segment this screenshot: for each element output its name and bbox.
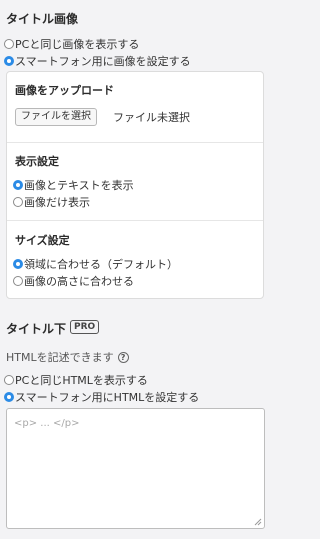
below-title-heading: タイトル下 — [6, 322, 67, 336]
radio-smartphone-html[interactable]: スマートフォン用にHTMLを設定する — [4, 389, 199, 405]
radio-label: スマートフォン用に画像を設定する — [15, 55, 191, 68]
resize-handle-icon[interactable] — [254, 518, 262, 526]
radio-button-checked[interactable] — [13, 259, 23, 269]
radio-label: 画像だけ表示 — [24, 196, 90, 209]
radio-smartphone-image[interactable]: スマートフォン用に画像を設定する — [4, 53, 191, 69]
radio-image-only[interactable]: 画像だけ表示 — [13, 194, 90, 210]
upload-heading: 画像をアップロード — [15, 84, 114, 97]
radio-same-as-pc-image[interactable]: PCと同じ画像を表示する — [4, 36, 139, 52]
html-textarea[interactable]: <p> ... </p> — [6, 408, 265, 529]
radio-fit-image-height[interactable]: 画像の高さに合わせる — [13, 273, 134, 289]
pro-badge: PRO — [70, 320, 100, 334]
radio-label: 画像の高さに合わせる — [24, 275, 134, 288]
html-note: HTMLを記述できます ? — [6, 349, 129, 365]
display-settings-heading: 表示設定 — [15, 155, 59, 168]
title-image-heading: タイトル画像 — [6, 12, 79, 26]
divider — [7, 220, 263, 221]
size-settings-heading: サイズ設定 — [15, 234, 70, 247]
image-settings-card: 画像をアップロード ファイルを選択 ファイル未選択 表示設定 画像とテキストを表… — [6, 71, 264, 299]
question-circle-icon[interactable]: ? — [117, 351, 129, 363]
radio-label: PCと同じ画像を表示する — [15, 38, 140, 51]
radio-button[interactable] — [13, 276, 23, 286]
file-status: ファイル未選択 — [113, 111, 190, 124]
radio-button[interactable] — [4, 375, 14, 385]
radio-button-checked[interactable] — [4, 56, 14, 66]
radio-button-checked[interactable] — [13, 180, 23, 190]
settings-panel: タイトル画像 PCと同じ画像を表示する スマートフォン用に画像を設定する 画像を… — [0, 0, 273, 539]
radio-same-as-pc-html[interactable]: PCと同じHTMLを表示する — [4, 372, 148, 388]
radio-label: 画像とテキストを表示 — [24, 179, 134, 192]
radio-button[interactable] — [13, 197, 23, 207]
radio-label: PCと同じHTMLを表示する — [15, 374, 148, 387]
radio-image-and-text[interactable]: 画像とテキストを表示 — [13, 177, 134, 193]
radio-label: 領域に合わせる（デフォルト） — [24, 258, 178, 271]
choose-file-button[interactable]: ファイルを選択 — [15, 108, 97, 126]
radio-label: スマートフォン用にHTMLを設定する — [15, 391, 200, 404]
radio-fit-area[interactable]: 領域に合わせる（デフォルト） — [13, 256, 178, 272]
html-note-text: HTMLを記述できます — [6, 351, 114, 364]
divider — [7, 142, 263, 143]
textarea-placeholder: <p> ... </p> — [14, 418, 80, 429]
radio-button[interactable] — [4, 39, 14, 49]
radio-button-checked[interactable] — [4, 392, 14, 402]
